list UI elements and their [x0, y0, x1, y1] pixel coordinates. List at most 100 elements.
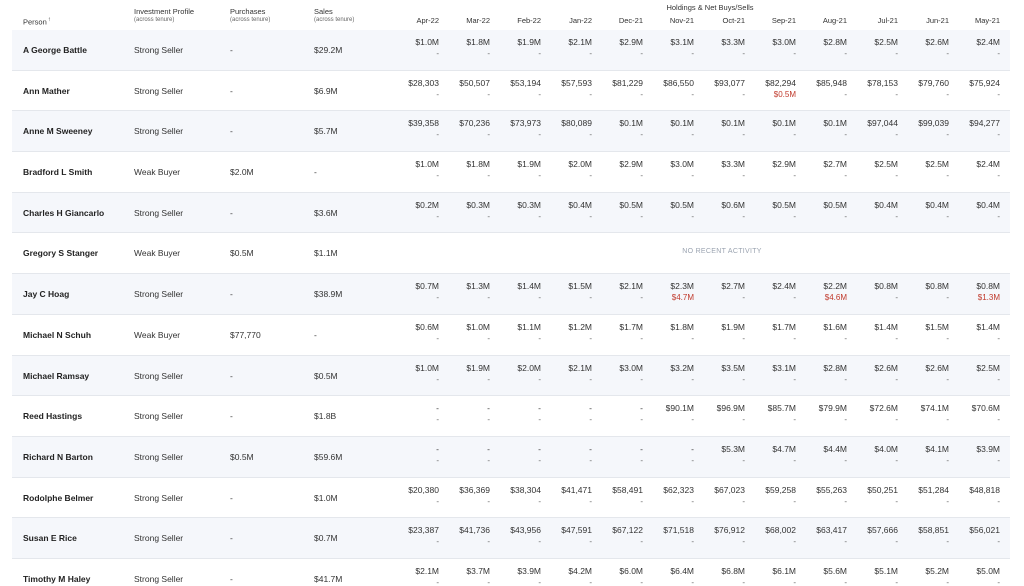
person-name[interactable]: Gregory S Stanger	[23, 248, 98, 258]
holding-value: $23,387	[408, 525, 439, 536]
person-name[interactable]: A George Battle	[23, 45, 87, 55]
person-name[interactable]: Michael Ramsay	[23, 371, 89, 381]
person-name[interactable]: Reed Hastings	[23, 411, 82, 421]
holding-value: $0.4M	[925, 199, 949, 210]
month-cell: $1.4M -	[950, 322, 1000, 344]
column-month[interactable]: Apr-22	[389, 16, 439, 25]
net-buy-sell-value: -	[844, 49, 847, 58]
table-row[interactable]: A George Battle Strong Seller - $29.2M $1.0M…	[12, 30, 1010, 71]
net-buy-sell-value: -	[538, 455, 541, 465]
column-sales-label: Sales	[314, 7, 333, 16]
net-buy-sell-value: -	[997, 415, 1000, 425]
holding-value: $1.8M	[466, 159, 490, 170]
holding-value: $47,591	[561, 525, 592, 536]
table-row[interactable]: Jay C Hoag Strong Seller - $38.9M $0.7M - $1.3…	[12, 274, 1010, 315]
person-name[interactable]: Charles H Giancarlo	[23, 208, 104, 218]
month-cell: $79.9M -	[797, 403, 847, 425]
person-name[interactable]: Bradford L Smith	[23, 167, 92, 177]
month-cell: $2.6M -	[848, 363, 898, 385]
net-buy-sell-value: -	[640, 577, 643, 586]
table-row[interactable]: Charles H Giancarlo Strong Seller - $3.6M $0…	[12, 192, 1010, 234]
holding-value: $2.1M	[619, 281, 643, 292]
investment-profile: Strong Seller	[134, 492, 184, 503]
month-cell: $2.0M -	[542, 159, 592, 181]
table-row[interactable]: Michael N Schuh Weak Buyer $77,770- $0.6M - $…	[12, 315, 1010, 356]
column-month[interactable]: Sep-21	[746, 16, 796, 25]
table-row[interactable]: Bradford L Smith Weak Buyer $2.0M - $1.0M - $1…	[12, 152, 1010, 193]
month-cell: $0.1M -	[797, 118, 847, 140]
month-cell: $1.9M -	[491, 159, 541, 181]
month-cell: $93,077-	[695, 78, 745, 100]
column-month[interactable]: Nov-21	[644, 16, 694, 25]
table-row[interactable]: Anne M Sweeney Strong Seller - $5.7M $39,358…	[12, 111, 1010, 153]
holding-value: $0.1M	[670, 118, 694, 129]
table-row[interactable]: Rodolphe Belmer Strong Seller - $1.0M $20,38…	[12, 478, 1010, 519]
month-cell: $55,263-	[797, 485, 847, 507]
purchases-value: -	[230, 85, 233, 96]
purchases-value: $77,770	[230, 329, 261, 340]
holding-value: $1.8M	[670, 321, 694, 332]
holding-value: $57,666	[867, 525, 898, 536]
month-cell: $3.0M -	[746, 37, 796, 59]
person-name[interactable]: Michael N Schuh	[23, 330, 91, 340]
column-sales[interactable]: Sales (across tenure)	[314, 7, 354, 25]
column-month[interactable]: Jul-21	[848, 16, 898, 25]
column-month[interactable]: May-21	[950, 16, 1000, 25]
column-person[interactable]: Person↑	[23, 16, 51, 27]
person-name[interactable]: Jay C Hoag	[23, 289, 69, 299]
table-row[interactable]: Michael Ramsay Strong Seller - $0.5M $1.0M - $…	[12, 355, 1010, 397]
month-cell: $0.8M -	[848, 281, 898, 303]
holding-value: $99,039	[918, 118, 949, 129]
month-cell: $3.3M -	[695, 159, 745, 181]
person-name[interactable]: Timothy M Haley	[23, 574, 90, 584]
column-purchases[interactable]: Purchases (across tenure)	[230, 7, 270, 25]
holding-value: $5.1M	[874, 565, 898, 576]
column-month[interactable]: Dec-21	[593, 16, 643, 25]
month-cell: $2.3M $4.7M	[644, 281, 694, 303]
table-row[interactable]: Susan E Rice Strong Seller - $0.7M $23,387- $…	[12, 518, 1010, 559]
holding-value: -	[640, 443, 643, 454]
holding-value: $75,924	[969, 77, 1000, 88]
column-month[interactable]: Jun-21	[899, 16, 949, 25]
net-buy-sell-value: -	[589, 374, 592, 384]
holding-value: $2.3M	[670, 281, 694, 292]
person-name[interactable]: Anne M Sweeney	[23, 126, 92, 136]
holding-value: $71,518	[663, 525, 694, 536]
column-month[interactable]: Oct-21	[695, 16, 745, 25]
net-buy-sell-value: -	[487, 211, 490, 221]
month-cell: $59,258-	[746, 485, 796, 507]
holding-value: $72.6M	[869, 403, 898, 414]
month-cell: $72.6M -	[848, 403, 898, 425]
column-investment-profile[interactable]: Investment Profile (across tenure)	[134, 7, 194, 25]
holding-value: $43,956	[510, 525, 541, 536]
column-purchases-label: Purchases	[230, 7, 266, 16]
holding-value: $78,153	[867, 77, 898, 88]
net-buy-sell-value: -	[640, 293, 643, 303]
column-month[interactable]: Mar-22	[440, 16, 490, 25]
holding-value: $1.0M	[415, 362, 439, 373]
month-cell: $5.0M -	[950, 566, 1000, 586]
person-name[interactable]: Richard N Barton	[23, 452, 93, 462]
table-row[interactable]: Reed Hastings Strong Seller - $1.8B - - - - - - - -…	[12, 396, 1010, 437]
column-month[interactable]: Feb-22	[491, 16, 541, 25]
person-name[interactable]: Ann Mather	[23, 86, 70, 96]
month-cell: $1.0M -	[389, 159, 439, 181]
month-cell: $5.6M -	[797, 566, 847, 586]
month-cell: $38,304-	[491, 485, 541, 507]
month-cell: $73,973-	[491, 118, 541, 140]
person-name[interactable]: Susan E Rice	[23, 533, 77, 543]
holding-value: $39,358	[408, 118, 439, 129]
table-row[interactable]: Ann Mather Strong Seller - $6.9M $28,303- $50…	[12, 71, 1010, 112]
column-month[interactable]: Jan-22	[542, 16, 592, 25]
table-row[interactable]: Timothy M Haley Strong Seller - $41.7M $2.1M…	[12, 559, 1010, 586]
net-buy-sell-value: -	[793, 577, 796, 586]
table-row[interactable]: Richard N Barton Strong Seller $0.5M $59.6M…	[12, 436, 1010, 478]
column-month[interactable]: Aug-21	[797, 16, 847, 25]
month-cell: $39,358-	[389, 118, 439, 140]
investment-profile: Strong Seller	[134, 126, 184, 137]
sales-value: $59.6M	[314, 451, 343, 462]
investment-profile: Strong Seller	[134, 451, 184, 462]
table-row[interactable]: Gregory S Stanger Weak Buyer $0.5M $1.1M NO …	[12, 233, 1010, 275]
person-name[interactable]: Rodolphe Belmer	[23, 493, 93, 503]
purchases-value: -	[230, 289, 233, 300]
